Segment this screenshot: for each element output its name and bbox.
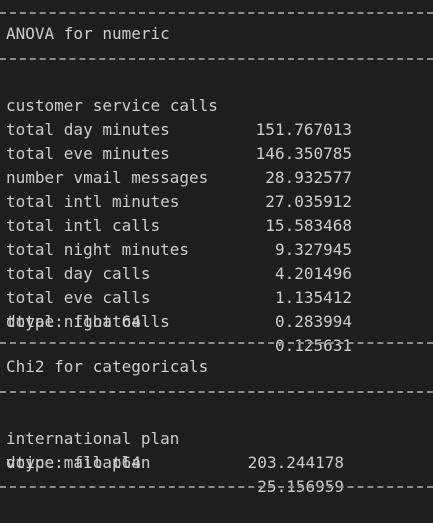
feature-score: 203.244178 bbox=[247, 453, 344, 472]
separator-line bbox=[0, 58, 433, 60]
anova-title: ANOVA for numeric bbox=[6, 24, 170, 43]
console-output: ANOVA for numeric customer service calls… bbox=[0, 0, 433, 496]
chi-row: international plan 203.244178 bbox=[6, 403, 426, 472]
anova-row: total day calls 1.135412 bbox=[6, 238, 426, 307]
chi-title: Chi2 for categoricals bbox=[6, 357, 209, 376]
anova-row: total intl calls 9.327945 bbox=[6, 190, 426, 259]
anova-row: total eve calls 0.283994 bbox=[6, 262, 426, 331]
separator-line bbox=[0, 12, 433, 14]
anova-row: total intl minutes 15.583468 bbox=[6, 166, 426, 235]
separator-line bbox=[0, 391, 433, 393]
anova-row: total eve minutes 28.932577 bbox=[6, 118, 426, 187]
anova-row: customer service calls 151.767013 bbox=[6, 70, 426, 139]
anova-row: total day minutes 146.350785 bbox=[6, 94, 426, 163]
separator-line bbox=[0, 342, 433, 344]
chi-row: voice mail plan 25.156959 bbox=[6, 427, 426, 496]
anova-row: total night calls 0.125631 bbox=[6, 286, 426, 355]
separator-line bbox=[0, 486, 433, 488]
anova-row: number vmail messages 27.035912 bbox=[6, 142, 426, 211]
feature-score: 0.283994 bbox=[274, 312, 352, 331]
anova-row: total night minutes 4.201496 bbox=[6, 214, 426, 283]
feature-score: 0.125631 bbox=[274, 336, 352, 355]
chi-dtype: dtype: float64 bbox=[6, 453, 141, 472]
anova-dtype: dtype: float64 bbox=[6, 312, 141, 331]
